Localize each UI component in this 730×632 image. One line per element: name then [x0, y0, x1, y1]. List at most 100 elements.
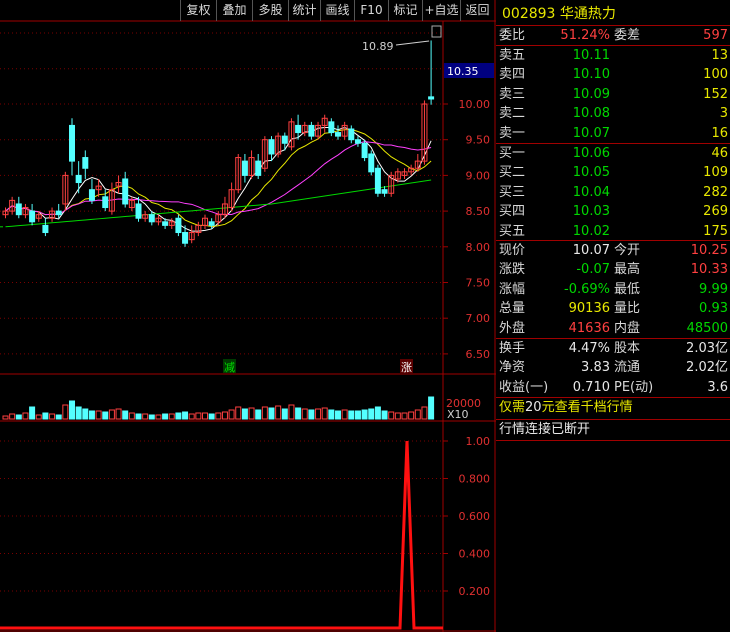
volume-bar: [22, 412, 29, 420]
volume-bar: [374, 406, 381, 420]
candle-body: [348, 128, 355, 141]
candle-body: [182, 232, 189, 244]
volume-bar: [168, 413, 175, 420]
price-axis-label: 8.00: [466, 241, 491, 254]
volume-bar: [42, 412, 49, 420]
candle-body: [335, 132, 341, 137]
fund-label: 流通: [614, 360, 641, 376]
volume-bar: [241, 408, 248, 420]
volume-bar: [235, 406, 242, 420]
price-axis-label: 8.50: [466, 205, 491, 218]
ask-price: 10.10: [572, 67, 610, 83]
volume-bar: [228, 409, 235, 420]
ratio-value: 51.24%: [560, 28, 610, 43]
stat-value: 10.33: [690, 262, 728, 278]
bid-volume: 269: [703, 204, 728, 220]
bid-row: 买一 10.06 46: [496, 144, 730, 163]
toolbar-button-mark[interactable]: 标记: [388, 0, 422, 21]
stat-label: 量比: [614, 301, 641, 317]
ask-price: 10.08: [572, 106, 610, 122]
stat-label: 今开: [614, 243, 641, 258]
toolbar-button-add-watchlist[interactable]: +自选: [422, 0, 460, 21]
volume-bar: [88, 410, 95, 420]
toolbar-button-statistics[interactable]: 统计: [288, 0, 320, 21]
candle-body: [281, 135, 288, 144]
toolbar-button-fuquan[interactable]: 复权: [180, 0, 216, 21]
volume-bar: [221, 411, 228, 420]
candle-body: [208, 221, 215, 226]
volume-bar: [35, 414, 42, 420]
bid-row: 买四 10.03 269: [496, 202, 730, 221]
volume-unit-label: X10: [447, 408, 469, 421]
candle-body: [354, 139, 361, 144]
candle-body: [29, 210, 36, 223]
volume-bar: [9, 413, 16, 420]
volume-bar: [82, 408, 89, 420]
candle-body: [162, 221, 169, 226]
volume-bar: [55, 414, 62, 420]
stat-value: 0.93: [699, 301, 728, 317]
upgrade-notice[interactable]: 仅需20元查看千档行情: [499, 398, 633, 418]
volume-bar: [275, 405, 282, 420]
volume-bar: [155, 414, 162, 420]
candle-body: [148, 214, 155, 223]
candle-body: [368, 153, 375, 173]
fund-row: 净资 3.83 流通 2.02亿: [496, 358, 730, 377]
fund-label: 股本: [614, 341, 641, 356]
volume-bar: [95, 410, 102, 420]
toolbar-button-multi-stock[interactable]: 多股: [252, 0, 288, 21]
stock-code: 002893: [502, 6, 556, 22]
toolbar-button-back[interactable]: 返回: [460, 0, 494, 21]
candle-body: [175, 217, 182, 234]
bid-label: 买三: [499, 184, 526, 200]
bid-price: 10.05: [572, 165, 610, 181]
candle-body: [328, 121, 335, 134]
volume-bar: [175, 412, 182, 420]
indicator-axis-label: 0.600: [459, 510, 491, 523]
bid-label: 买二: [499, 165, 526, 181]
toolbar-button-f10[interactable]: F10: [354, 0, 388, 21]
bid-label: 买一: [499, 146, 526, 161]
price-axis-label: 7.50: [466, 277, 491, 290]
fund-value: 4.47%: [568, 341, 610, 356]
ask-label: 卖三: [499, 86, 526, 102]
indicator-axis-label: 1.00: [466, 435, 491, 448]
price-axis-label: 6.50: [466, 348, 491, 361]
candle-body: [75, 174, 82, 184]
bid-label: 买四: [499, 204, 526, 220]
volume-bar: [308, 409, 315, 420]
stat-value: 10.07: [572, 243, 610, 258]
stat-value: 10.25: [690, 243, 728, 258]
volume-bar: [341, 409, 348, 420]
ask-price: 10.11: [572, 48, 610, 63]
bid-row: 买二 10.05 109: [496, 163, 730, 182]
volume-bar: [335, 410, 341, 420]
stat-value: 41636: [568, 320, 610, 336]
stat-value: -0.07: [576, 262, 610, 278]
volume-bar: [288, 404, 295, 420]
volume-bar: [354, 410, 361, 420]
stat-row: 涨跌 -0.07 最高 10.33: [496, 260, 730, 279]
candle-body: [82, 157, 89, 169]
volume-bar: [29, 406, 36, 420]
candle-body: [135, 203, 142, 219]
volume-bar: [261, 406, 268, 420]
volume-bar: [2, 415, 9, 420]
toolbar-button-overlay[interactable]: 叠加: [216, 0, 252, 21]
ask-label: 卖一: [499, 125, 526, 141]
volume-bar: [381, 410, 388, 420]
toolbar-button-draw[interactable]: 画线: [320, 0, 354, 21]
ratio-label: 委比: [499, 28, 526, 43]
stat-value: 48500: [686, 320, 728, 336]
order-ratio-row: 委比 51.24% 委差 597: [496, 26, 730, 45]
volume-bar: [255, 409, 262, 420]
rise-marker: 涨: [401, 361, 412, 374]
kline-chart[interactable]: 10.00 9.50 9.00 8.50 8.00 7.50 7.00 6.50 10.35 10…: [0, 0, 496, 632]
notice-price: 20: [525, 400, 542, 415]
high-price-label: 10.89: [362, 40, 394, 53]
stat-label: 最高: [614, 262, 641, 278]
candle-body: [308, 124, 315, 137]
stat-row: 外盘 41636 内盘 48500: [496, 319, 730, 338]
stat-row: 现价 10.07 今开 10.25: [496, 241, 730, 260]
volume-bar: [281, 408, 288, 420]
